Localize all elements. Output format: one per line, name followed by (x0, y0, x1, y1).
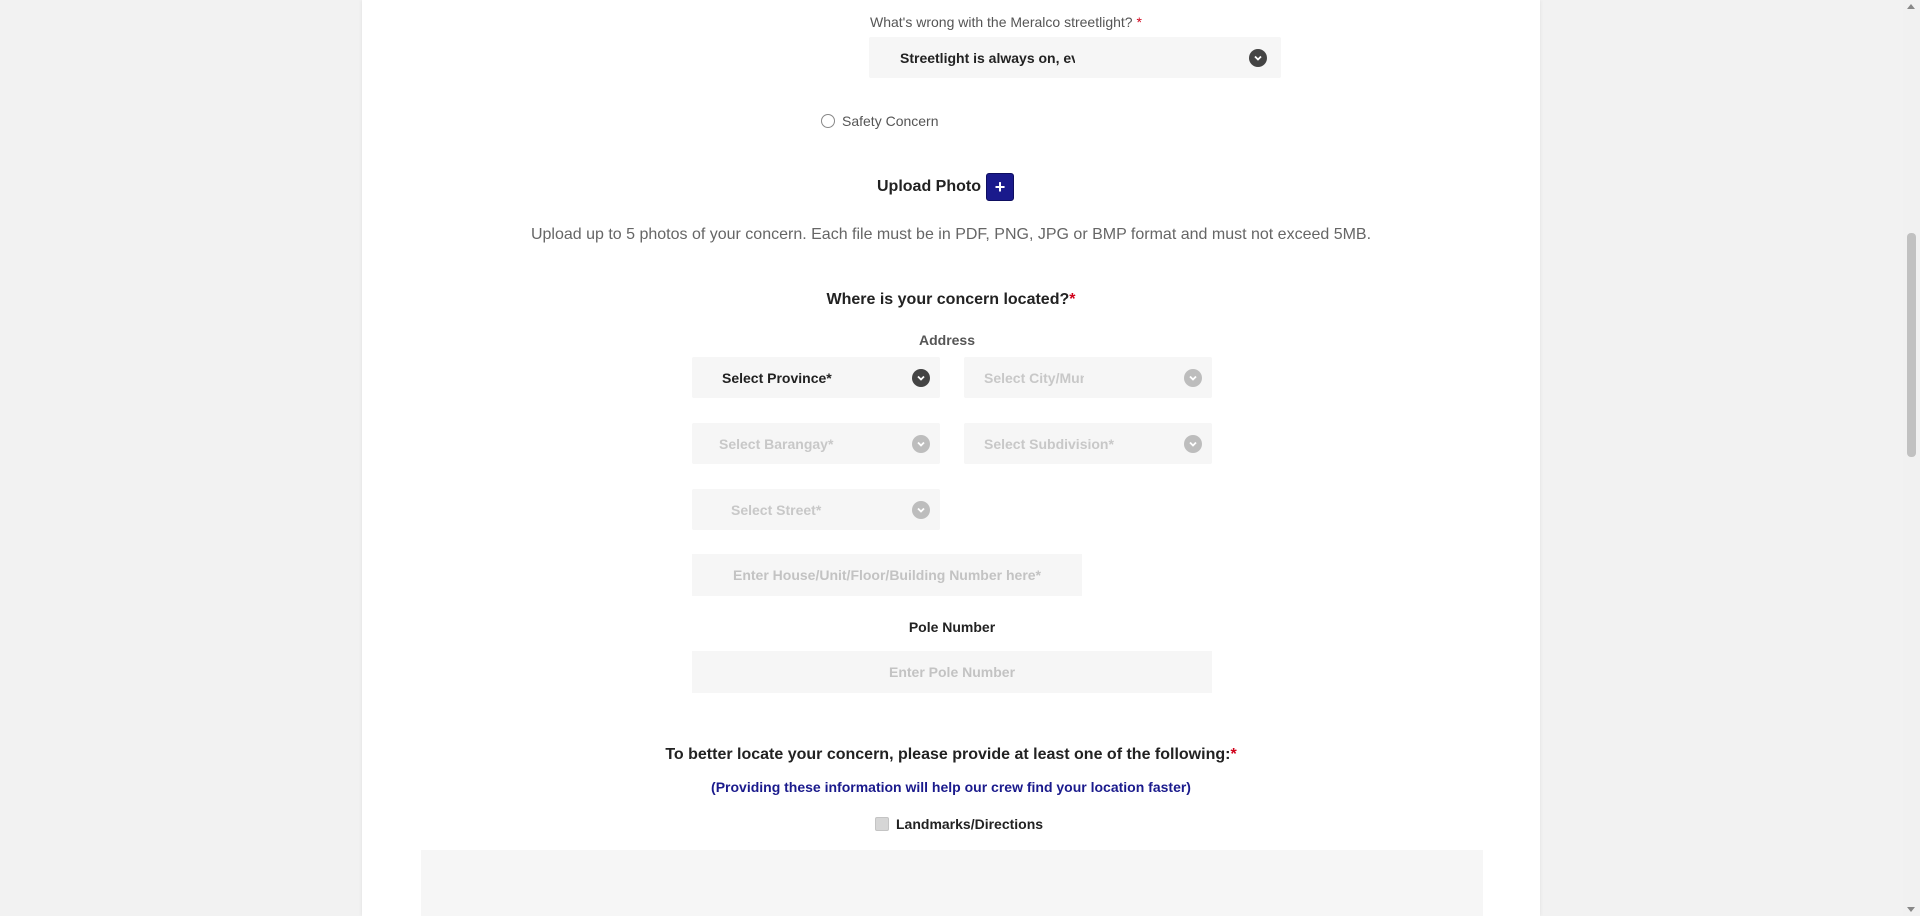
chevron-down-icon (912, 434, 930, 453)
street-select-value: Select Street* (731, 501, 822, 518)
page-scrollbar[interactable] (1903, 0, 1920, 916)
chevron-down-icon (1184, 368, 1202, 387)
city-select-value: Select City/Municip (984, 369, 1084, 386)
chevron-down-icon (912, 500, 930, 519)
street-select[interactable]: Select Street* (692, 489, 940, 530)
required-mark: * (1136, 14, 1142, 30)
upload-help-text: Upload up to 5 photos of your concern. E… (530, 226, 1372, 243)
subdivision-select[interactable]: Select Subdivision* (964, 423, 1212, 464)
location-question: Where is your concern located?* (362, 291, 1540, 309)
upload-photo-title: Upload Photo (877, 178, 981, 195)
scroll-down-icon[interactable] (1907, 907, 1915, 912)
province-select-value: Select Province* (722, 369, 832, 386)
issue-question: What's wrong with the Meralco streetligh… (870, 14, 1142, 30)
subdivision-select-value: Select Subdivision* (984, 435, 1114, 452)
issue-select[interactable]: Streetlight is always on, even during da… (869, 37, 1281, 78)
pole-number-input[interactable] (692, 651, 1212, 693)
barangay-select[interactable]: Select Barangay* (692, 423, 940, 464)
locate-question-text: To better locate your concern, please pr… (665, 746, 1231, 763)
issue-question-text: What's wrong with the Meralco streetligh… (870, 14, 1133, 30)
upload-photo-row: Upload Photo + (877, 173, 1014, 201)
scroll-up-icon[interactable] (1907, 4, 1915, 9)
location-question-text: Where is your concern located? (826, 291, 1070, 308)
pole-number-label: Pole Number (908, 619, 996, 635)
locate-note: (Providing these information will help o… (711, 779, 1191, 795)
landmarks-textarea[interactable] (421, 850, 1483, 916)
province-select[interactable]: Select Province* (692, 357, 940, 398)
issue-select-value: Streetlight is always on, even during da… (900, 49, 1075, 66)
address-label: Address (918, 332, 976, 348)
safety-concern-option[interactable]: Safety Concern (821, 113, 939, 129)
required-mark: * (1069, 291, 1076, 308)
landmarks-option[interactable]: Landmarks/Directions (875, 816, 1043, 832)
city-select[interactable]: Select City/Municip (964, 357, 1212, 398)
safety-concern-radio[interactable] (821, 114, 835, 128)
house-number-input[interactable] (692, 554, 1082, 596)
chevron-down-icon (1184, 434, 1202, 453)
chevron-down-icon (912, 368, 930, 387)
chevron-down-icon (1249, 48, 1267, 67)
locate-question: To better locate your concern, please pr… (362, 746, 1540, 764)
required-mark: * (1230, 746, 1237, 763)
upload-photo-button[interactable]: + (985, 173, 1014, 201)
scroll-thumb[interactable] (1907, 233, 1916, 457)
landmarks-checkbox[interactable] (875, 817, 889, 831)
safety-concern-label: Safety Concern (842, 113, 939, 129)
plus-icon: + (994, 177, 1006, 197)
barangay-select-value: Select Barangay* (719, 435, 834, 452)
landmarks-label: Landmarks/Directions (896, 816, 1044, 832)
